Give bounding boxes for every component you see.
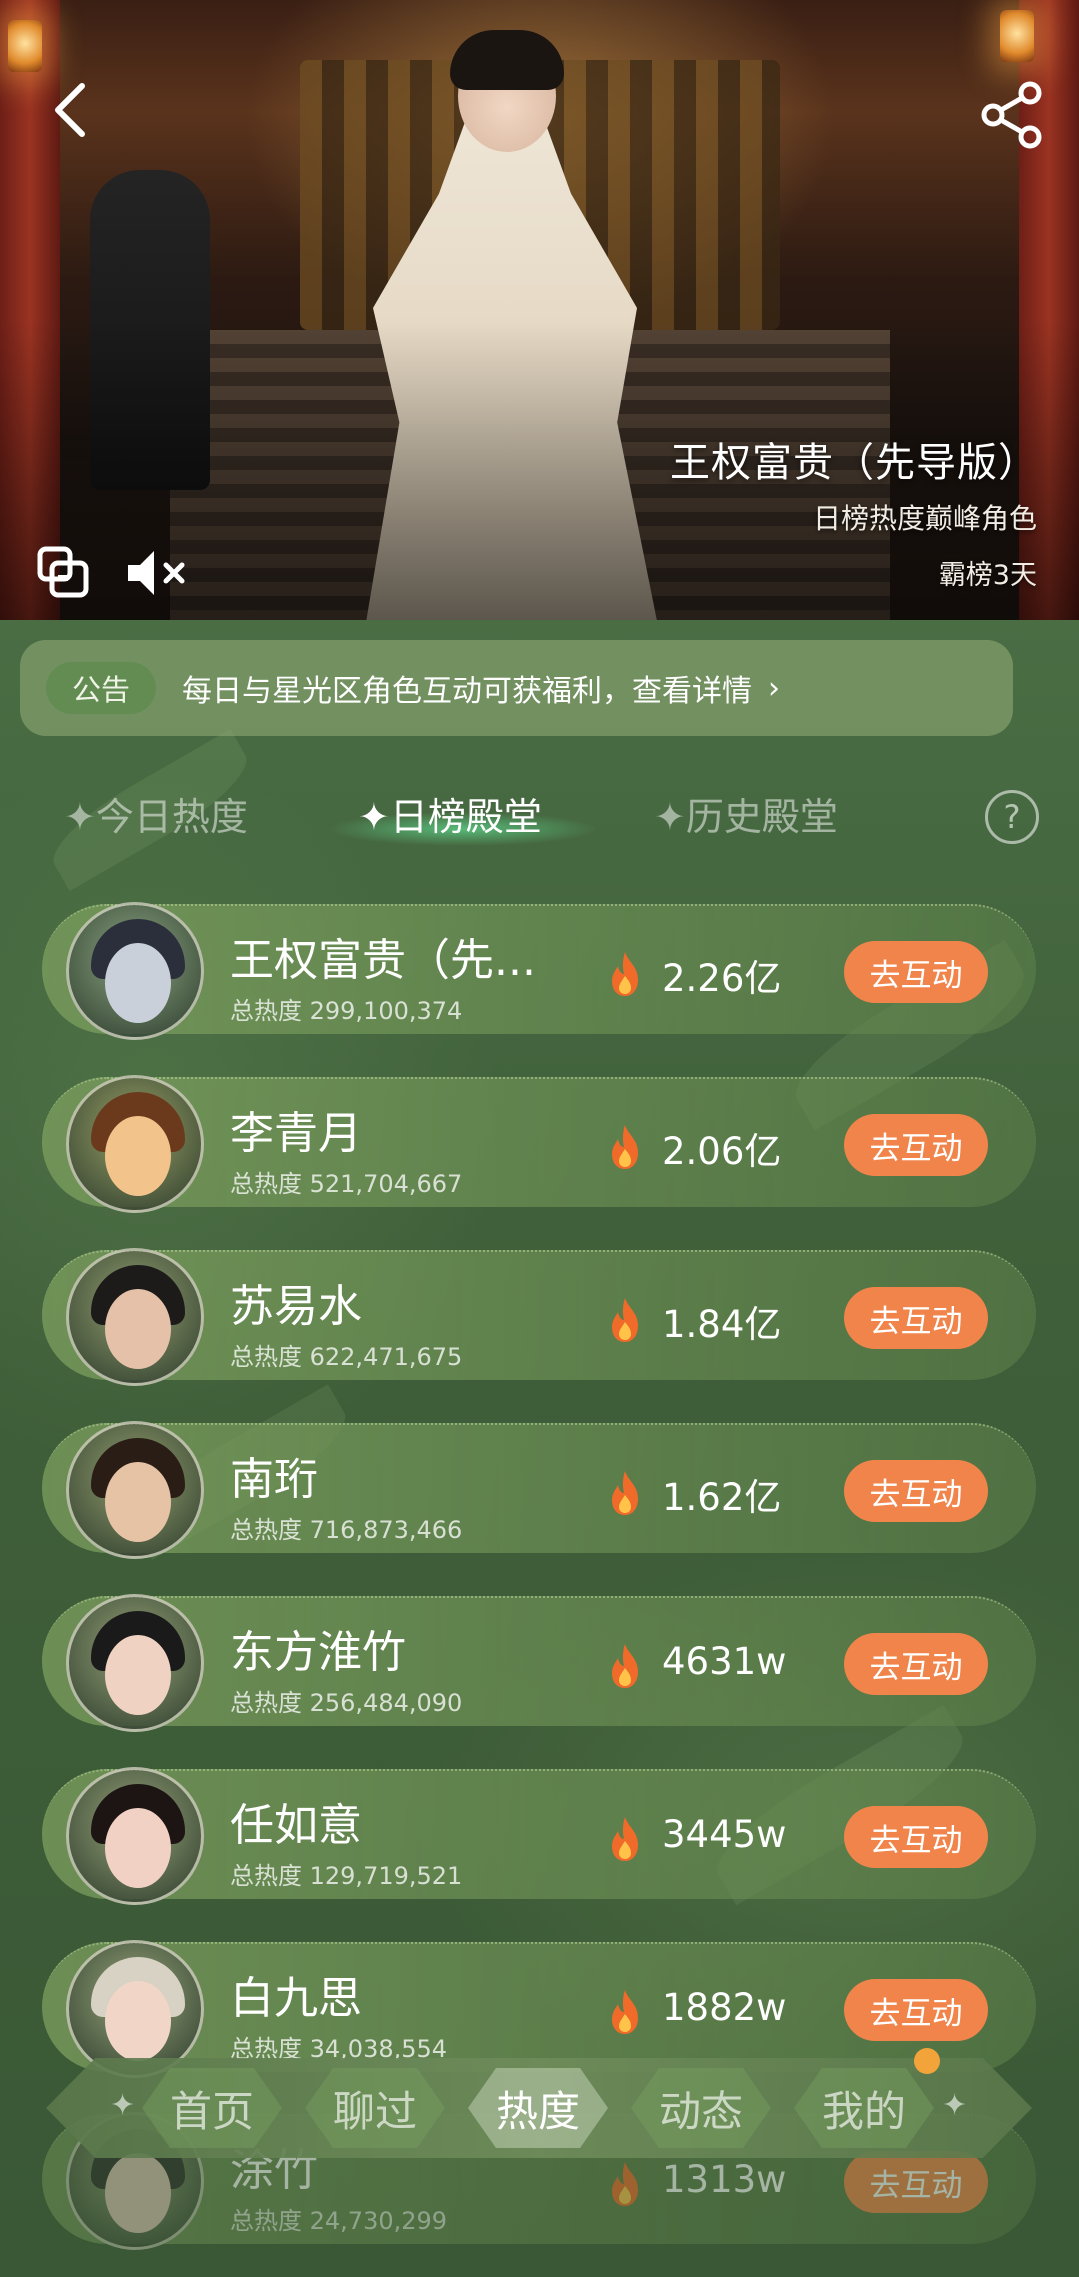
picture-in-picture-button[interactable] xyxy=(36,545,92,601)
character-name: 任如意 xyxy=(230,1800,362,1851)
sparkle-icon: ✦ xyxy=(110,2088,136,2123)
chevron-right-icon: › xyxy=(768,670,780,706)
share-button[interactable] xyxy=(978,80,1048,150)
avatar[interactable] xyxy=(66,1421,204,1559)
total-heat: 总热度 299,100,374 xyxy=(230,997,463,1025)
interact-button[interactable]: 去互动 xyxy=(844,1633,988,1695)
question-circle-icon: ? xyxy=(1003,798,1021,836)
nav-chats[interactable]: 聊过 xyxy=(305,2068,445,2148)
ranking-card[interactable]: 李青月总热度 521,704,667 2.06亿 去互动 xyxy=(42,1075,1036,1213)
fire-icon xyxy=(612,1644,638,1688)
ranking-card[interactable]: 任如意总热度 129,719,521 3445w 去互动 xyxy=(42,1767,1036,1905)
announcement-text: 每日与星光区角色互动可获福利，查看详情 xyxy=(182,674,752,709)
avatar[interactable] xyxy=(66,1767,204,1905)
nav-mine[interactable]: 我的 xyxy=(794,2068,934,2148)
character-name: 苏易水 xyxy=(230,1281,362,1332)
announcement-bar[interactable]: 公告 每日与星光区角色互动可获福利，查看详情 › xyxy=(20,640,1013,736)
interact-button[interactable]: 去互动 xyxy=(844,2151,988,2213)
nav-moments[interactable]: 动态 xyxy=(631,2068,771,2148)
total-heat: 总热度 716,873,466 xyxy=(230,1516,463,1544)
avatar[interactable] xyxy=(66,1940,204,2078)
mute-button[interactable] xyxy=(124,545,190,601)
fire-icon xyxy=(612,1471,638,1515)
daily-heat: 1.62亿 xyxy=(662,1476,782,1519)
ranking-card[interactable]: 苏易水总热度 622,471,675 1.84亿 去互动 xyxy=(42,1248,1036,1386)
tab-today-heat[interactable]: ✦今日热度 xyxy=(64,786,248,841)
avatar-face xyxy=(105,2153,171,2233)
avatar[interactable] xyxy=(66,1075,204,1213)
avatar-face xyxy=(105,943,171,1023)
hero-subtitle: 日榜热度巅峰角色 xyxy=(812,502,1037,535)
daily-heat: 2.26亿 xyxy=(662,957,782,1000)
total-heat: 总热度 129,719,521 xyxy=(230,1862,463,1890)
avatar-face xyxy=(105,1116,171,1196)
chevron-left-icon xyxy=(55,83,85,137)
help-button[interactable]: ? xyxy=(985,790,1039,844)
avatar-face xyxy=(105,1462,171,1542)
character-name: 东方淮竹 xyxy=(230,1627,406,1678)
character-name: 南珩 xyxy=(230,1454,318,1505)
hero-title: 王权富贵（先导版） xyxy=(670,440,1039,486)
daily-heat: 2.06亿 xyxy=(662,1130,782,1173)
interact-button[interactable]: 去互动 xyxy=(844,1287,988,1349)
total-heat: 总热度 622,471,675 xyxy=(230,1343,463,1371)
ranking-tabs: ✦今日热度 ✦日榜殿堂 ✦历史殿堂 xyxy=(0,780,1079,860)
total-heat: 总热度 256,484,090 xyxy=(230,1689,463,1717)
lantern-left xyxy=(8,20,42,72)
character-name: 李青月 xyxy=(230,1108,362,1159)
share-icon xyxy=(981,81,1042,149)
volume-mute-icon xyxy=(128,551,185,595)
daily-heat: 1313w xyxy=(662,2158,787,2201)
daily-heat: 1.84亿 xyxy=(662,1303,782,1346)
ranking-card[interactable]: 白九思 总热度 34,038,554 1882w 去互动 xyxy=(42,1940,1036,2078)
ranking-card[interactable]: 王权富贵（先... 总热度 299,100,374 2.26亿 去互动 xyxy=(42,902,1036,1040)
hero-days-badge: 霸榜3天 xyxy=(938,560,1037,591)
avatar-face xyxy=(105,1635,171,1715)
nav-home[interactable]: 首页 xyxy=(142,2068,282,2148)
fire-icon xyxy=(612,1125,638,1169)
interact-button[interactable]: 去互动 xyxy=(844,1460,988,1522)
daily-heat: 1882w xyxy=(662,1986,787,2029)
character-hair xyxy=(450,30,564,90)
character-name: 白九思 xyxy=(230,1973,362,2024)
nav-heat[interactable]: 热度 xyxy=(468,2068,608,2148)
sparkle-icon: ✦ xyxy=(942,2088,968,2123)
interact-button[interactable]: 去互动 xyxy=(844,941,988,1003)
interact-button[interactable]: 去互动 xyxy=(844,1806,988,1868)
notification-dot xyxy=(914,2048,940,2074)
tab-daily-hall[interactable]: ✦日榜殿堂 xyxy=(358,786,542,841)
avatar[interactable] xyxy=(66,1248,204,1386)
character-name: 王权富贵（先... xyxy=(230,935,536,986)
back-button[interactable] xyxy=(40,80,100,140)
lantern-right xyxy=(1000,10,1034,62)
fire-icon xyxy=(612,1990,638,2034)
fire-icon xyxy=(612,1298,638,1342)
daily-heat: 4631w xyxy=(662,1640,787,1683)
avatar[interactable] xyxy=(66,1594,204,1732)
announcement-tag: 公告 xyxy=(46,662,156,714)
avatar[interactable] xyxy=(66,902,204,1040)
interact-button[interactable]: 去互动 xyxy=(844,1114,988,1176)
picture-in-picture-icon xyxy=(37,546,89,598)
avatar-face xyxy=(105,1808,171,1888)
total-heat: 总热度 24,730,299 xyxy=(230,2207,448,2235)
tab-history-hall[interactable]: ✦历史殿堂 xyxy=(654,786,838,841)
ranking-card[interactable]: 南珩总热度 716,873,466 1.62亿 去互动 xyxy=(42,1421,1036,1559)
ranking-card[interactable]: 东方淮竹总热度 256,484,090 4631w 去互动 xyxy=(42,1594,1036,1732)
daily-heat: 3445w xyxy=(662,1813,787,1856)
fire-icon xyxy=(612,952,638,996)
fire-icon xyxy=(612,2162,638,2206)
total-heat: 总热度 521,704,667 xyxy=(230,1170,463,1198)
interact-button[interactable]: 去互动 xyxy=(844,1979,988,2041)
fire-icon xyxy=(612,1817,638,1861)
avatar-face xyxy=(105,1981,171,2061)
avatar-face xyxy=(105,1289,171,1369)
